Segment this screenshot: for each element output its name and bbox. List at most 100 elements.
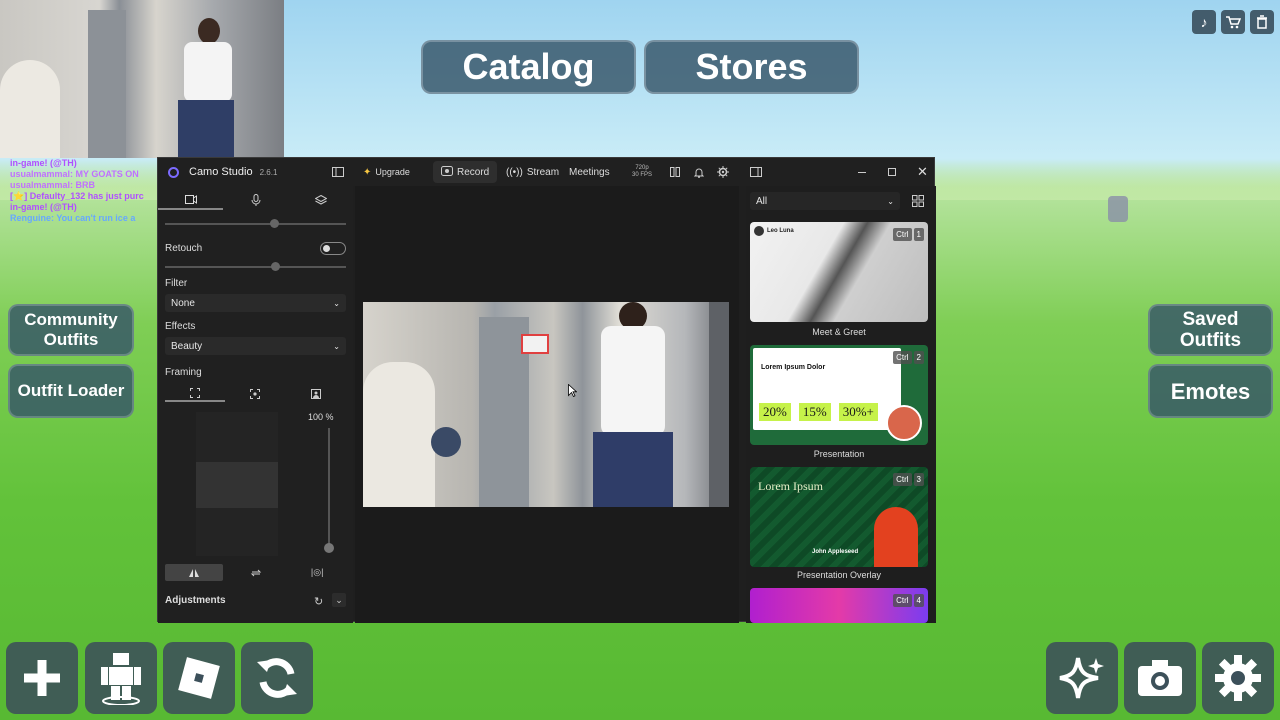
layers-tab-icon[interactable] [288, 190, 353, 210]
chair [0, 60, 60, 158]
settings-icon[interactable] [1202, 642, 1274, 714]
columns-icon[interactable] [670, 158, 680, 186]
avatar-icon [754, 226, 764, 236]
overlay-card-presentation[interactable]: Lorem Ipsum Dolor 20% 15% 30%+ Ctrl 2 [750, 345, 928, 445]
meetings-label: Meetings [569, 166, 610, 178]
saved-outfits-button[interactable]: Saved Outfits [1148, 304, 1273, 356]
record-button[interactable]: Record [433, 161, 498, 183]
chat-message: [⭐] Defaulty_132 has just purc [10, 191, 144, 201]
flip-icon[interactable]: |◎| [288, 564, 346, 581]
chat-message: in-game! (@TH) [10, 202, 77, 212]
stream-button[interactable]: ((•)) Stream [506, 158, 559, 186]
retouch-toggle[interactable] [320, 242, 346, 255]
card-title: Lorem Ipsum Dolor [761, 364, 826, 371]
distant-avatar [1108, 196, 1128, 222]
presenter-figure [874, 507, 918, 567]
cart-icon[interactable] [1221, 10, 1245, 34]
sidebar-toggle-icon[interactable] [332, 158, 344, 186]
emotes-button[interactable]: Emotes [1148, 364, 1273, 418]
preview-chair [363, 362, 435, 507]
top-slider[interactable] [165, 219, 346, 228]
avatar-icon[interactable] [85, 642, 157, 714]
chevron-down-icon: ⌄ [887, 196, 894, 206]
zoom-value: 100 % [308, 412, 334, 422]
overlay-card-meet-greet[interactable]: Leo Luna Ctrl 1 [750, 222, 928, 322]
card-name: Leo Luna [767, 228, 794, 234]
roblox-logo-icon[interactable] [163, 642, 235, 714]
trash-icon[interactable] [1250, 10, 1274, 34]
mirror-icon[interactable] [165, 564, 223, 581]
overlay-card-presentation-overlay[interactable]: Lorem Ipsum John Appleseed Ctrl 3 [750, 467, 928, 567]
stores-button[interactable]: Stores [644, 40, 859, 94]
settings-tabs [158, 190, 353, 210]
chevron-down-icon[interactable]: ⌄ [332, 593, 346, 607]
preview-person [593, 302, 693, 507]
record-label: Record [457, 166, 490, 178]
retouch-label: Retouch [165, 243, 203, 254]
maximize-icon[interactable] [888, 158, 896, 186]
plus-icon[interactable] [6, 642, 78, 714]
reset-icon[interactable]: ↻ [314, 595, 323, 608]
settings-panel: Retouch Filter None ⌄ Effects Beauty ⌄ F… [158, 186, 353, 623]
resolution-text: 720p [635, 165, 649, 171]
framing-preview[interactable] [196, 412, 278, 556]
community-outfits-button[interactable]: Community Outfits [8, 304, 134, 356]
framing-face-icon[interactable] [286, 386, 346, 402]
title-bar: Camo Studio 2.6.1 ✦ Upgrade Record ((•))… [158, 158, 934, 186]
retouch-slider[interactable] [165, 262, 346, 271]
minimize-icon[interactable] [858, 158, 866, 186]
meetings-button[interactable]: Meetings [569, 158, 610, 186]
outfit-loader-button[interactable]: Outfit Loader [8, 364, 134, 418]
stat-value: 30%+ [838, 403, 878, 421]
video-tab-icon[interactable] [158, 190, 223, 210]
filter-label: Filter [165, 278, 188, 289]
adjustments-label: Adjustments [165, 595, 226, 606]
presenter-avatar [886, 405, 922, 441]
shortcut-badge: Ctrl 1 [893, 228, 924, 241]
stats-row: 20% 15% 30%+ [759, 403, 878, 421]
camera-preview[interactable] [363, 302, 729, 507]
framing-manual-icon[interactable] [165, 386, 226, 402]
rotate-icon[interactable] [227, 564, 285, 581]
preview-hoop [521, 334, 549, 354]
filter-value: None [171, 297, 195, 309]
webcam-overlay [0, 0, 284, 158]
grid-view-icon[interactable] [912, 195, 924, 210]
app-title: Camo Studio 2.6.1 [168, 158, 277, 186]
upgrade-button[interactable]: ✦ Upgrade [363, 158, 410, 186]
filter-dropdown[interactable]: None ⌄ [165, 294, 346, 312]
door [88, 10, 126, 158]
preview-door-edge [709, 302, 729, 507]
sparkle-icon[interactable] [1046, 642, 1118, 714]
close-icon[interactable]: ✕ [917, 158, 928, 186]
catalog-button[interactable]: Catalog [421, 40, 636, 94]
framing-modes [165, 386, 346, 402]
preview-object [431, 427, 461, 457]
app-version: 2.6.1 [259, 167, 278, 177]
framing-auto-icon[interactable] [225, 386, 285, 402]
music-icon[interactable]: ♪ [1192, 10, 1216, 34]
microphone-tab-icon[interactable] [223, 190, 288, 210]
framing-label: Framing [165, 367, 202, 378]
zoom-slider[interactable] [324, 428, 334, 553]
gear-icon[interactable] [717, 158, 729, 186]
shortcut-badge: Ctrl 3 [893, 473, 924, 486]
upgrade-label: Upgrade [375, 167, 410, 177]
refresh-icon[interactable] [241, 642, 313, 714]
effects-dropdown[interactable]: Beauty ⌄ [165, 337, 346, 355]
chat-message: usualmammal: BRB [10, 180, 96, 190]
name-tag: Leo Luna [754, 226, 794, 236]
record-icon [441, 165, 453, 179]
panel-toggle-icon[interactable] [750, 158, 762, 186]
stat-value: 15% [798, 403, 831, 421]
overlay-label: Presentation [813, 449, 865, 459]
fps-text: 30 FPS [632, 172, 653, 178]
camera-icon[interactable] [1124, 642, 1196, 714]
camo-studio-window: Camo Studio 2.6.1 ✦ Upgrade Record ((•))… [157, 157, 936, 623]
bell-icon[interactable] [694, 158, 704, 186]
stat-value: 20% [759, 403, 791, 421]
shortcut-badge: Ctrl 2 [893, 351, 924, 364]
overlay-filter-dropdown[interactable]: All ⌄ [750, 192, 900, 210]
shortcut-badge: Ctrl 4 [893, 594, 924, 607]
overlay-card-4[interactable]: Ctrl 4 [750, 588, 928, 623]
